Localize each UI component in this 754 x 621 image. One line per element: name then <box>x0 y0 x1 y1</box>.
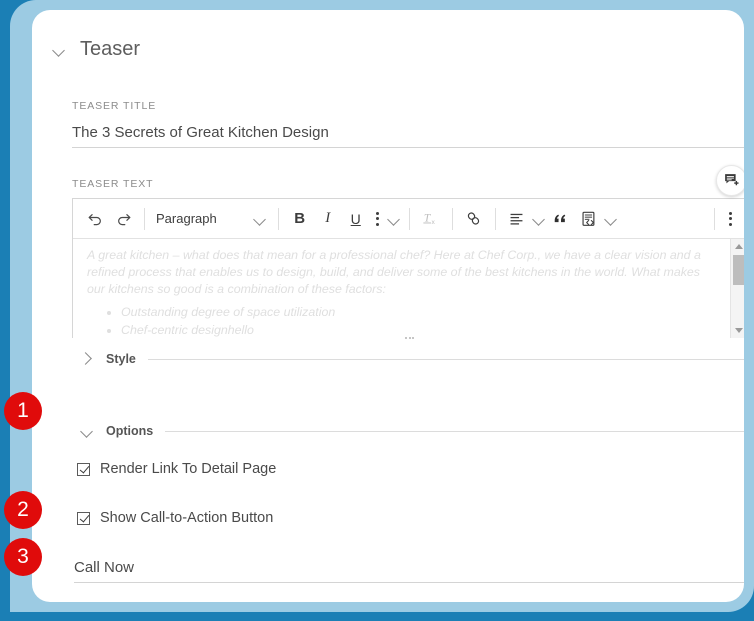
frame-inner-border: Teaser TEASER TITLE The 3 Secrets of Gre… <box>10 0 754 612</box>
remove-format-button[interactable]: T x <box>417 205 445 233</box>
teaser-panel-card: Teaser TEASER TITLE The 3 Secrets of Gre… <box>32 10 744 602</box>
chevron-down-icon <box>604 212 618 226</box>
toolbar-divider <box>714 207 715 230</box>
rich-text-editor[interactable]: Paragraph B I U T x A great kitchen – wh… <box>72 198 744 341</box>
undo-button[interactable] <box>81 205 109 233</box>
link-button[interactable] <box>460 205 488 233</box>
remove-format-icon: T x <box>423 212 436 226</box>
list-item: Outstanding degree of space utilization <box>121 304 715 321</box>
section-divider <box>147 358 744 360</box>
align-left-icon <box>510 213 523 225</box>
italic-button[interactable]: I <box>314 205 342 233</box>
app-window-frame: Teaser TEASER TITLE The 3 Secrets of Gre… <box>0 0 754 621</box>
bold-button[interactable]: B <box>286 205 314 233</box>
editor-toolbar: Paragraph B I U T x <box>73 199 744 239</box>
triangle-up-icon[interactable] <box>735 244 743 249</box>
underline-button[interactable]: U <box>342 205 370 233</box>
editor-scrollbar[interactable] <box>730 239 744 338</box>
more-text-styles-button[interactable] <box>370 205 386 233</box>
section-options[interactable]: Options <box>80 424 744 438</box>
chevron-right-icon[interactable] <box>80 352 94 366</box>
toolbar-divider <box>408 207 410 230</box>
teaser-title-underline <box>72 147 744 148</box>
blockquote-button[interactable] <box>547 205 575 233</box>
section-divider <box>165 430 744 432</box>
step-badge-3: 3 <box>4 538 42 576</box>
kebab-icon <box>376 211 380 226</box>
checkbox-label: Show Call-to-Action Button <box>100 510 274 526</box>
toolbar-divider <box>494 207 496 230</box>
teaser-section-header[interactable]: Teaser <box>52 38 140 61</box>
resize-grip-icon[interactable] <box>403 334 417 341</box>
svg-text:x: x <box>432 219 436 226</box>
editor-bullet-list: Outstanding degree of space utilization … <box>87 304 715 338</box>
undo-icon <box>88 214 101 226</box>
add-comment-icon <box>725 174 739 186</box>
code-block-button[interactable] <box>575 205 603 233</box>
editor-paragraph: A great kitchen – what does that mean fo… <box>87 248 701 296</box>
chevron-down-icon[interactable] <box>52 43 66 57</box>
toolbar-overflow-button[interactable] <box>722 205 738 233</box>
cta-label-underline <box>74 582 744 583</box>
chevron-down-icon[interactable] <box>80 424 94 438</box>
cta-label-input[interactable]: Call Now <box>74 559 134 576</box>
code-block-caret[interactable] <box>603 205 619 233</box>
toolbar-divider <box>451 207 453 230</box>
triangle-down-icon[interactable] <box>735 328 743 333</box>
align-button[interactable] <box>503 205 531 233</box>
teaser-text-label: TEASER TEXT <box>72 178 154 190</box>
editor-document[interactable]: A great kitchen – what does that mean fo… <box>73 239 729 338</box>
checkbox-checked-icon[interactable] <box>77 511 90 525</box>
chevron-down-icon <box>532 212 546 226</box>
step-badge-1: 1 <box>4 392 42 430</box>
editor-content-area[interactable]: A great kitchen – what does that mean fo… <box>73 239 744 338</box>
paragraph-style-value: Paragraph <box>156 211 217 226</box>
code-block-icon <box>582 211 595 226</box>
toolbar-divider <box>277 207 279 230</box>
scrollbar-thumb[interactable] <box>733 255 744 285</box>
toolbar-divider <box>144 207 145 230</box>
add-comment-button[interactable] <box>716 165 744 196</box>
chevron-down-icon <box>253 212 267 226</box>
checkbox-show-call-to-action-button[interactable]: Show Call-to-Action Button <box>77 510 273 526</box>
link-icon <box>468 212 480 225</box>
section-style[interactable]: Style <box>80 352 744 366</box>
redo-button[interactable] <box>109 205 137 233</box>
page-title: Teaser <box>80 38 141 60</box>
section-style-label: Style <box>106 352 136 366</box>
blockquote-icon <box>554 214 566 223</box>
more-text-styles-caret[interactable] <box>386 205 402 233</box>
chevron-down-icon <box>387 212 401 226</box>
list-item: Chef-centric designhello <box>121 322 715 338</box>
paragraph-style-dropdown[interactable]: Paragraph <box>152 211 271 226</box>
teaser-title-input[interactable]: The 3 Secrets of Great Kitchen Design <box>72 124 329 141</box>
section-options-label: Options <box>106 424 154 438</box>
kebab-icon <box>728 211 732 226</box>
checkbox-label: Render Link To Detail Page <box>100 461 277 477</box>
checkbox-render-link-to-detail-page[interactable]: Render Link To Detail Page <box>77 461 276 477</box>
step-badge-2: 2 <box>4 491 42 529</box>
checkbox-checked-icon[interactable] <box>77 462 90 476</box>
teaser-title-label: TEASER TITLE <box>72 100 157 112</box>
redo-icon <box>117 214 130 226</box>
align-caret[interactable] <box>531 205 547 233</box>
